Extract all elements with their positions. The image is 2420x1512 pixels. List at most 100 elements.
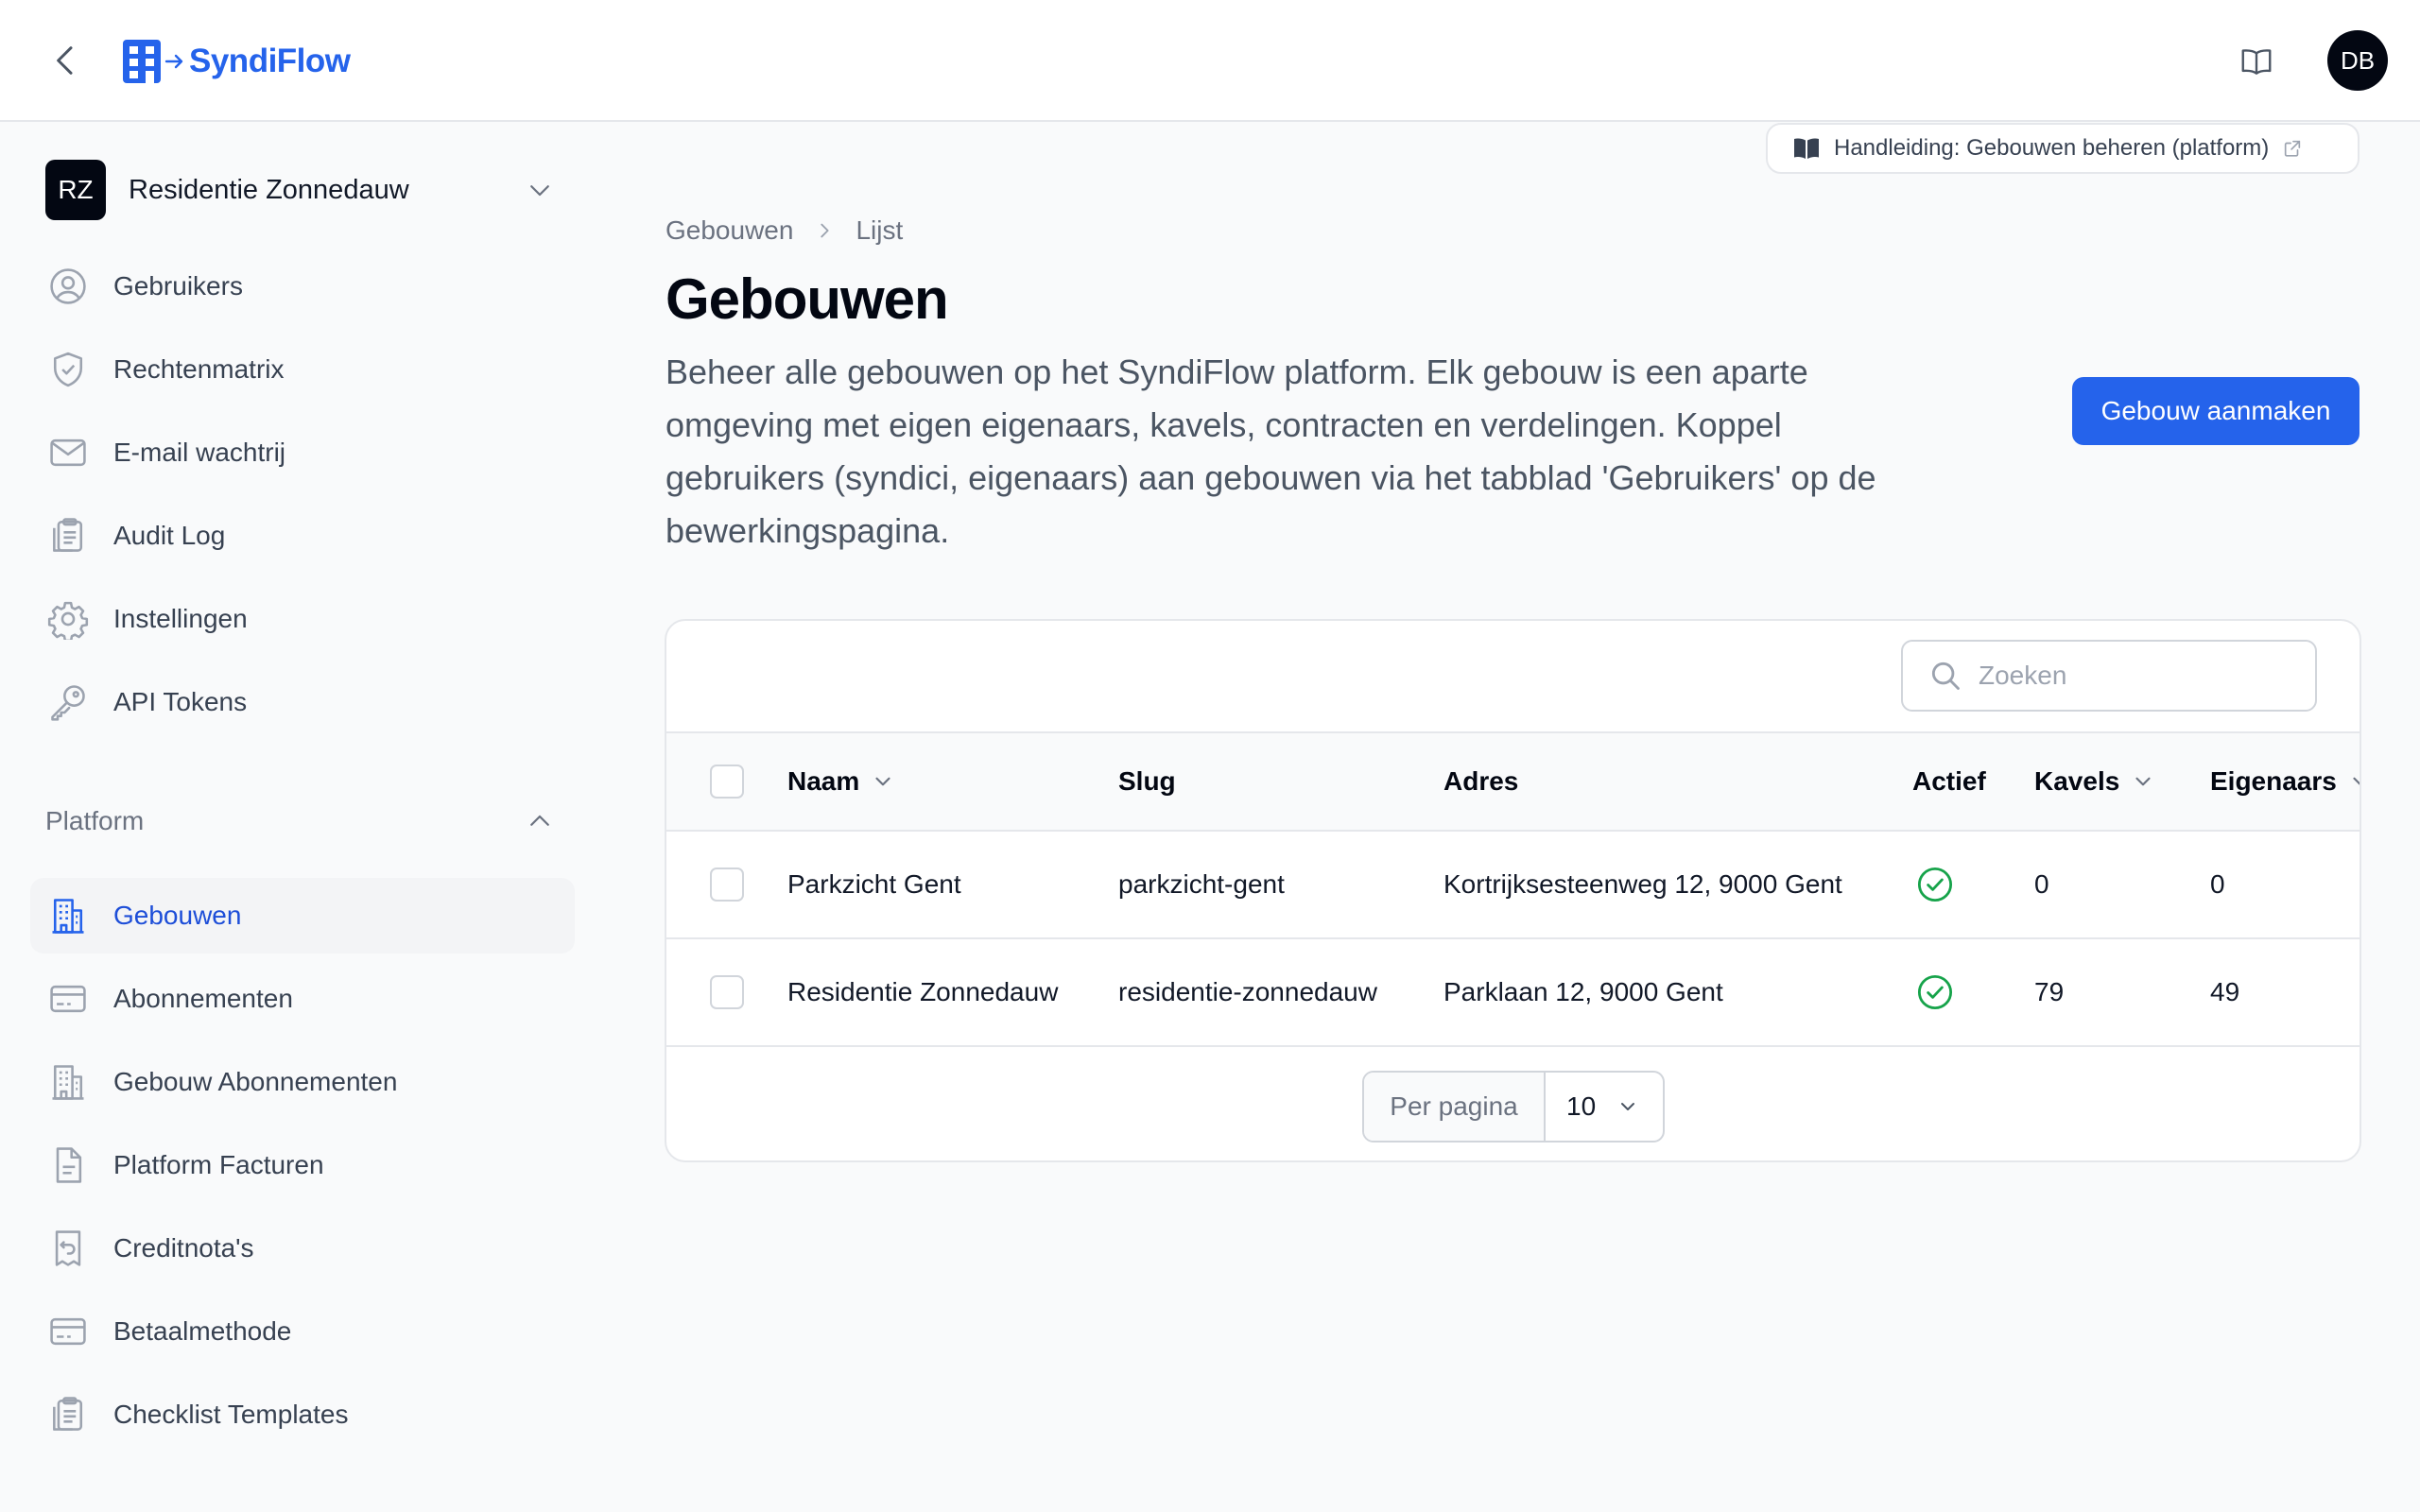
cell-eigenaars: 0: [2210, 869, 2225, 899]
create-building-button[interactable]: Gebouw aanmaken: [2072, 377, 2360, 445]
cell-naam: Parkzicht Gent: [787, 869, 961, 899]
check-circle-icon: [1917, 867, 1953, 902]
tenant-switcher[interactable]: RZ Residentie Zonnedauw: [45, 160, 563, 220]
sidebar-item-email-wachtrij[interactable]: E-mail wachtrij: [30, 415, 575, 490]
cell-kavels: 0: [2034, 869, 2049, 899]
gear-icon: [47, 601, 89, 640]
tenant-name: Residentie Zonnedauw: [129, 174, 409, 205]
manual-link[interactable]: Handleiding: Gebouwen beheren (platform): [1766, 123, 2360, 174]
check-circle-icon: [1917, 974, 1953, 1010]
receipt-refund-icon: [55, 1230, 81, 1266]
column-header-naam[interactable]: Naam: [787, 733, 895, 830]
sidebar-item-label: Rechtenmatrix: [113, 354, 285, 384]
chevron-right-icon: [821, 223, 830, 238]
row-checkbox[interactable]: [710, 868, 744, 902]
cell-actief: [1915, 832, 1955, 937]
sidebar-item-gebouwen[interactable]: Gebouwen: [30, 878, 575, 954]
brand-name: SyndiFlow: [189, 43, 351, 79]
table-header: Naam Slug Adres Actief Kavels Eigenaars: [666, 731, 2360, 832]
cell-eigenaars: 49: [2210, 977, 2240, 1006]
user-avatar[interactable]: DB: [2327, 30, 2388, 91]
sidebar-item-label: Platform Facturen: [113, 1150, 324, 1179]
table-row[interactable]: Residentie Zonnedauw residentie-zonnedau…: [666, 939, 2360, 1047]
chevron-up-icon: [530, 815, 549, 826]
column-header-adres: Adres: [1443, 733, 1518, 830]
sidebar-item-betaalmethode[interactable]: Betaalmethode: [30, 1294, 575, 1369]
breadcrumb-item-gebouwen[interactable]: Gebouwen: [666, 215, 793, 246]
sidebar-item-label: Betaalmethode: [113, 1316, 292, 1346]
column-header-label: Eigenaars: [2210, 766, 2337, 796]
manual-link-label: Handleiding: Gebouwen beheren (platform): [1834, 135, 2270, 161]
sidebar-item-label: Checklist Templates: [113, 1400, 349, 1429]
cell-slug: residentie-zonnedauw: [1118, 977, 1377, 1006]
search-input[interactable]: [1979, 661, 2300, 691]
book-open-icon: [1794, 138, 1819, 159]
back-button[interactable]: [47, 42, 85, 79]
page-title: Gebouwen: [666, 267, 949, 331]
document-icon: [56, 1147, 82, 1183]
column-header-label: Actief: [1912, 766, 1986, 796]
table-row[interactable]: Parkzicht Gent parkzicht-gent Kortrijkse…: [666, 832, 2360, 939]
per-page-select[interactable]: 10: [1546, 1073, 1663, 1141]
building-office-icon: [52, 1065, 84, 1100]
sidebar-item-audit-log[interactable]: Audit Log: [30, 498, 575, 574]
chevron-down-icon: [2135, 777, 2151, 786]
logo-building-icon: [123, 40, 161, 83]
sidebar-item-api-tokens[interactable]: API Tokens: [30, 664, 575, 740]
column-header-label: Kavels: [2034, 766, 2120, 796]
chevron-down-icon: [2353, 777, 2360, 785]
column-header-eigenaars[interactable]: Eigenaars: [2210, 733, 2360, 830]
sidebar-item-platform-facturen[interactable]: Platform Facturen: [30, 1127, 575, 1203]
user-circle-icon: [50, 268, 86, 304]
building-icon: [52, 899, 84, 934]
brand-logo[interactable]: SyndiFlow: [123, 40, 351, 83]
search-icon: [1931, 662, 1960, 690]
per-page-value: 10: [1566, 1091, 1597, 1121]
sidebar-item-label: Gebouwen: [113, 901, 242, 930]
sidebar-item-label: API Tokens: [113, 687, 248, 716]
chevron-down-icon: [875, 777, 890, 786]
clipboard-icon: [53, 1397, 83, 1431]
column-header-label: Adres: [1443, 766, 1519, 796]
sidebar-item-gebruikers[interactable]: Gebruikers: [30, 249, 575, 324]
sidebar-item-rechtenmatrix[interactable]: Rechtenmatrix: [30, 332, 575, 407]
buildings-table-card: Naam Slug Adres Actief Kavels Eigenaars …: [665, 619, 2361, 1162]
credit-card-icon: [50, 985, 86, 1013]
key-icon: [51, 685, 85, 721]
top-bar: SyndiFlow DB: [0, 0, 2420, 122]
cell-naam: Residentie Zonnedauw: [787, 977, 1059, 1006]
sidebar-item-label: Audit Log: [113, 521, 226, 550]
sidebar-group-platform[interactable]: Platform: [45, 802, 563, 840]
column-header-slug: Slug: [1118, 733, 1176, 830]
tenant-avatar: RZ: [45, 160, 106, 220]
row-checkbox[interactable]: [710, 975, 744, 1009]
sidebar-item-abonnementen[interactable]: Abonnementen: [30, 961, 575, 1037]
sidebar-item-instellingen[interactable]: Instellingen: [30, 581, 575, 657]
page-description: Beheer alle gebouwen op het SyndiFlow pl…: [666, 352, 1876, 550]
per-page-label: Per pagina: [1364, 1073, 1546, 1141]
cell-adres: Parklaan 12, 9000 Gent: [1443, 977, 1723, 1006]
sidebar-item-label: Creditnota's: [113, 1233, 254, 1263]
sidebar-group-label: Platform: [45, 806, 145, 835]
column-header-kavels[interactable]: Kavels: [2034, 733, 2155, 830]
documentation-button[interactable]: [2238, 43, 2274, 79]
sidebar-item-checklist-templates[interactable]: Checklist Templates: [30, 1377, 575, 1452]
clipboard-icon: [53, 518, 83, 552]
sidebar-item-label: Gebruikers: [113, 271, 243, 301]
envelope-icon: [50, 438, 86, 467]
column-header-label: Naam: [787, 766, 860, 796]
chevron-down-icon: [530, 185, 549, 197]
cell-actief: [1915, 939, 1955, 1045]
logo-arrow-icon: [164, 54, 183, 69]
external-link-icon: [2285, 140, 2301, 157]
select-all-checkbox[interactable]: [710, 765, 744, 799]
sidebar: RZ Residentie Zonnedauw Gebruikers Recht…: [0, 124, 605, 1512]
sidebar-item-creditnotas[interactable]: Creditnota's: [30, 1211, 575, 1286]
cell-adres: Kortrijksesteenweg 12, 9000 Gent: [1443, 869, 1842, 899]
sidebar-item-gebouw-abonnementen[interactable]: Gebouw Abonnementen: [30, 1044, 575, 1120]
breadcrumb-item-lijst: Lijst: [856, 215, 904, 245]
breadcrumb: Gebouwen Lijst: [666, 212, 903, 249]
book-open-icon: [2241, 49, 2272, 75]
cell-kavels: 79: [2034, 977, 2065, 1006]
per-page-selector: Per pagina 10: [1362, 1071, 1665, 1143]
